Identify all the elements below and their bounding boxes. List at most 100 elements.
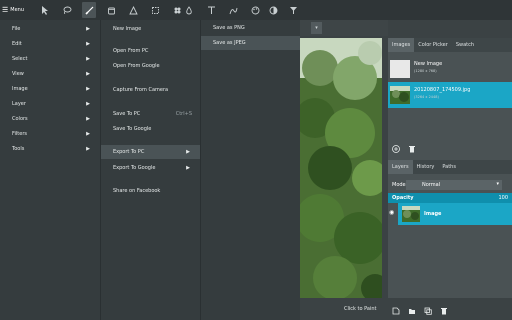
text-icon[interactable]	[204, 3, 218, 17]
save-as-jpeg-item[interactable]: Save as JPEG	[201, 36, 300, 50]
save-as-png-item[interactable]: Save as PNG	[201, 21, 300, 35]
opacity-slider[interactable]: Opacity 100	[388, 193, 512, 203]
layers-panel-tabs: Layers History Paths	[388, 160, 512, 174]
tab-history[interactable]: History	[413, 160, 439, 174]
arrow-right-icon: ▶	[186, 149, 190, 155]
arrow-right-icon: ▶	[86, 41, 90, 47]
zoom-dropdown[interactable]: ▾	[311, 22, 322, 34]
menu-item-label: Edit	[12, 41, 22, 47]
arrow-right-icon: ▶	[86, 146, 90, 152]
chevron-down-icon: ▾	[315, 25, 318, 31]
triangle-icon[interactable]	[126, 3, 140, 17]
blend-mode-select[interactable]: Normal ▾	[406, 180, 502, 190]
menu-item-label: New Image	[113, 26, 142, 32]
menu-item-tools[interactable]: Tools ▶	[0, 142, 100, 156]
export-submenu: Save as PNG Save as JPEG	[200, 20, 300, 320]
tab-layers[interactable]: Layers	[388, 160, 413, 174]
menu-item-label: View	[12, 71, 24, 77]
save-to-google-item[interactable]: Save To Google	[101, 122, 200, 136]
lasso-icon[interactable]	[60, 3, 74, 17]
brush-icon[interactable]	[82, 2, 96, 18]
add-folder-icon[interactable]	[407, 306, 417, 316]
arrow-right-icon: ▶	[86, 26, 90, 32]
menu-item-filters[interactable]: Filters ▶	[0, 127, 100, 141]
image-thumbnail	[390, 86, 410, 104]
menu-item-select[interactable]: Select ▶	[0, 52, 100, 66]
menu-item-edit[interactable]: Edit ▶	[0, 37, 100, 51]
arrow-right-icon: ▶	[86, 56, 90, 62]
new-image-entry[interactable]: New Image (1280 x 768)	[388, 56, 512, 82]
opacity-label: Opacity	[392, 195, 414, 201]
arrow-right-icon: ▶	[86, 101, 90, 107]
arrow-right-icon: ▶	[86, 116, 90, 122]
arrow-right-icon: ▶	[86, 86, 90, 92]
menu-item-label: Image	[12, 86, 28, 92]
save-to-pc-item[interactable]: Save To PC Ctrl+S	[101, 107, 200, 121]
menu-item-label: Save as PNG	[213, 25, 245, 31]
curve-icon[interactable]	[226, 3, 240, 17]
menu-item-label: Layer	[12, 101, 26, 107]
images-panel-tabs: Images Color Picker Swatch	[388, 38, 512, 52]
drop-icon[interactable]	[182, 3, 196, 17]
layer-name: Image	[424, 211, 442, 217]
image-size: (3264 x 2448)	[414, 95, 439, 99]
pointer-icon[interactable]	[38, 3, 52, 17]
arrow-right-icon: ▶	[86, 71, 90, 77]
menu-item-label: Colors	[12, 116, 28, 122]
open-from-pc-item[interactable]: Open From PC	[101, 44, 200, 58]
menu-item-view[interactable]: View ▶	[0, 67, 100, 81]
share-facebook-item[interactable]: Share on Facebook	[101, 184, 200, 198]
click-to-paint-label: Click to Paint	[344, 306, 377, 312]
export-to-pc-item[interactable]: Export To PC ▶	[101, 145, 200, 159]
delete-image-icon[interactable]	[407, 144, 417, 154]
top-toolbar: ☰ Menu	[0, 0, 512, 20]
menu-item-label: Export To Google	[113, 165, 156, 171]
images-panel: Images Color Picker Swatch New Image (12…	[388, 38, 512, 160]
tab-swatch[interactable]: Swatch	[452, 38, 478, 52]
selected-image-entry[interactable]: 20120807_174509.jpg (3264 x 2448)	[388, 82, 512, 108]
tab-paths[interactable]: Paths	[438, 160, 460, 174]
menu-item-file[interactable]: File ▶	[0, 22, 100, 36]
menu-item-label: File	[12, 26, 21, 32]
main-menu: File ▶ Edit ▶ Select ▶ View ▶ Image ▶ Layer ▶ …	[0, 20, 100, 320]
arrow-right-icon: ▶	[86, 131, 90, 137]
layer-entry[interactable]: ◉ Image	[388, 203, 512, 225]
bucket-icon[interactable]	[104, 3, 118, 17]
palette-icon[interactable]	[248, 3, 262, 17]
contrast-icon[interactable]	[266, 3, 280, 17]
new-image-item[interactable]: New Image	[101, 22, 200, 36]
status-bar	[300, 298, 512, 320]
mode-value: Normal	[422, 182, 441, 188]
filter-icon[interactable]	[286, 3, 300, 17]
canvas-image[interactable]	[300, 38, 382, 298]
duplicate-layer-icon[interactable]	[423, 306, 433, 316]
file-submenu: New Image Open From PC Open From Google …	[100, 20, 200, 320]
menu-item-label: Save To Google	[113, 126, 152, 132]
chevron-down-icon: ▾	[496, 181, 499, 187]
menu-item-label: Open From Google	[113, 63, 160, 69]
opacity-value: 100	[498, 195, 508, 201]
menu-item-label: Tools	[12, 146, 25, 152]
menu-item-colors[interactable]: Colors ▶	[0, 112, 100, 126]
export-to-google-item[interactable]: Export To Google ▶	[101, 161, 200, 175]
menu-item-layer[interactable]: Layer ▶	[0, 97, 100, 111]
menu-item-image[interactable]: Image ▶	[0, 82, 100, 96]
menu-button[interactable]: ☰ Menu	[0, 2, 30, 18]
menu-item-label: Open From PC	[113, 48, 149, 54]
delete-layer-icon[interactable]	[439, 306, 449, 316]
shortcut-label: Ctrl+S	[175, 111, 192, 117]
tab-color-picker[interactable]: Color Picker	[414, 38, 452, 52]
capture-camera-item[interactable]: Capture From Camera	[101, 83, 200, 97]
image-name: New Image	[414, 61, 443, 67]
new-layer-icon[interactable]	[391, 306, 401, 316]
crop-icon[interactable]	[148, 3, 162, 17]
open-from-google-item[interactable]: Open From Google	[101, 59, 200, 73]
mode-label: Mode	[392, 182, 406, 188]
layer-thumbnail	[402, 206, 420, 222]
eye-icon[interactable]: ◉	[389, 209, 394, 216]
new-image-thumbnail	[390, 60, 410, 78]
menu-item-label: Capture From Camera	[113, 87, 169, 93]
menu-item-label: Save To PC	[113, 111, 141, 117]
add-image-icon[interactable]	[391, 144, 401, 154]
tab-images[interactable]: Images	[388, 38, 415, 52]
